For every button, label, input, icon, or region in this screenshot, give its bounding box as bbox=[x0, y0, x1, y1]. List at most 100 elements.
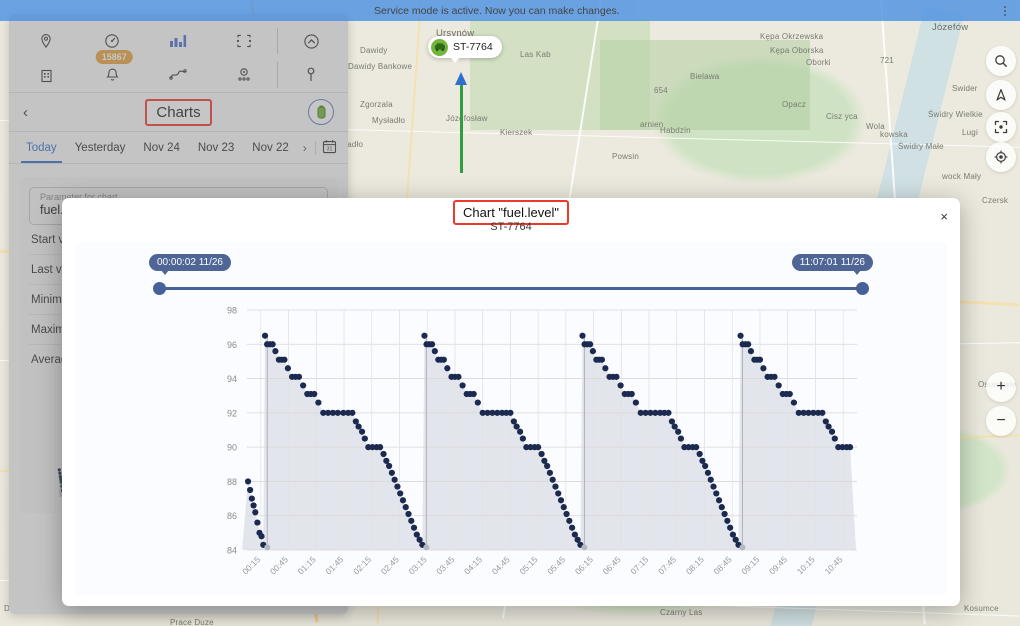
svg-text:09:15: 09:15 bbox=[739, 554, 761, 576]
tab-today[interactable]: Today bbox=[17, 132, 66, 163]
map-track-line bbox=[460, 85, 463, 173]
tab-nov-24[interactable]: Nov 24 bbox=[134, 132, 188, 163]
map-zoom-in-icon[interactable]: + bbox=[986, 372, 1016, 402]
map-place-label: Zgorzala bbox=[360, 100, 393, 109]
map-place-label: wock Mały bbox=[942, 172, 982, 181]
geofence-icon[interactable] bbox=[211, 58, 277, 92]
map-zoom-out-icon[interactable]: − bbox=[986, 406, 1016, 436]
svg-text:08:45: 08:45 bbox=[712, 554, 734, 576]
map-place-label: Kierszek bbox=[500, 128, 533, 137]
svg-text:94: 94 bbox=[227, 374, 237, 384]
svg-text:03:45: 03:45 bbox=[434, 554, 456, 576]
map-place-label: Opacz bbox=[782, 100, 807, 109]
svg-text:09:45: 09:45 bbox=[767, 554, 789, 576]
svg-text:07:45: 07:45 bbox=[656, 554, 678, 576]
map-place-label: Lugi bbox=[962, 128, 978, 137]
tab-yesterday[interactable]: Yesterday bbox=[66, 132, 135, 163]
map-place-label: Dawidy bbox=[360, 46, 388, 55]
map-place-label: Józefów bbox=[932, 22, 969, 33]
map-fit-bounds-icon[interactable] bbox=[986, 112, 1016, 142]
slider-track[interactable] bbox=[155, 287, 867, 290]
svg-text:00:45: 00:45 bbox=[268, 554, 290, 576]
tabs-divider bbox=[314, 140, 316, 155]
chevron-up-circle-icon[interactable] bbox=[278, 24, 344, 58]
vehicle-avatar-button[interactable] bbox=[308, 99, 334, 125]
vehicle-name-label: ST-7764 bbox=[453, 41, 493, 53]
map-compass-icon[interactable] bbox=[986, 80, 1016, 110]
close-icon[interactable]: × bbox=[940, 210, 948, 223]
map-place-label: Oborki bbox=[806, 58, 831, 67]
svg-text:86: 86 bbox=[227, 511, 237, 521]
calendar-icon[interactable]: 31 bbox=[319, 139, 340, 157]
slider-handle-right[interactable] bbox=[856, 282, 869, 295]
map-place-label: 721 bbox=[880, 56, 894, 65]
map-greenspace bbox=[470, 20, 650, 130]
svg-text:01:45: 01:45 bbox=[323, 554, 345, 576]
pin-icon[interactable] bbox=[278, 58, 344, 92]
map-heading-arrow bbox=[455, 72, 467, 85]
svg-text:07:15: 07:15 bbox=[628, 554, 650, 576]
chart-modal-title-group: Chart "fuel.level" ST-7764 bbox=[453, 200, 569, 233]
svg-text:08:15: 08:15 bbox=[684, 554, 706, 576]
svg-text:04:15: 04:15 bbox=[462, 554, 484, 576]
notification-badge: 15867 bbox=[95, 50, 133, 64]
map-place-label: Cisz yca bbox=[826, 112, 858, 121]
location-pin-icon[interactable] bbox=[13, 24, 79, 58]
svg-text:05:45: 05:45 bbox=[545, 554, 567, 576]
svg-text:05:15: 05:15 bbox=[517, 554, 539, 576]
svg-text:96: 96 bbox=[227, 340, 237, 350]
tabs-next-button[interactable]: › bbox=[298, 141, 312, 155]
svg-text:02:15: 02:15 bbox=[351, 554, 373, 576]
svg-text:01:15: 01:15 bbox=[296, 554, 318, 576]
app-root: Ursynów Dawidy Kępa Okrzewska Józefów Dawidy… bbox=[0, 0, 1020, 626]
map-place-label: Las Kab bbox=[520, 50, 551, 59]
tab-nov-22[interactable]: Nov 22 bbox=[243, 132, 297, 163]
svg-text:88: 88 bbox=[227, 477, 237, 487]
car-icon bbox=[431, 38, 448, 56]
map-place-label: Bielawa bbox=[690, 72, 720, 81]
map-place-label: Habdzin bbox=[660, 126, 691, 135]
route-icon[interactable] bbox=[145, 58, 211, 92]
map-vehicle-marker[interactable]: ST-7764 bbox=[428, 36, 502, 63]
chart-modal-body: 00:00:02 11/26 11:07:01 11/26 84 86 88 90 92… bbox=[75, 242, 947, 595]
map-locate-icon[interactable] bbox=[986, 142, 1016, 172]
map-place-label: Mysładło bbox=[372, 116, 406, 125]
building-icon[interactable] bbox=[13, 58, 79, 92]
panel-toolbar-row-1 bbox=[9, 24, 348, 58]
time-range-slider[interactable]: 00:00:02 11/26 11:07:01 11/26 bbox=[149, 254, 873, 296]
service-mode-banner: Service mode is active. Now you can make… bbox=[0, 0, 1020, 21]
map-place-label: Kępa Okrzewska bbox=[760, 32, 824, 41]
slider-label-left: 00:00:02 11/26 bbox=[149, 254, 231, 275]
svg-text:90: 90 bbox=[227, 443, 237, 453]
fuel-level-chart[interactable]: 84 86 88 90 92 94 96 98 00:15 00:45 01:15 01:45 02:1… bbox=[75, 302, 947, 595]
map-place-label: Świdry Wielkie bbox=[928, 110, 983, 119]
panel-toolbar-row-2: 15867 bbox=[9, 50, 348, 92]
map-place-label: Kępa Oborska bbox=[770, 46, 824, 55]
service-mode-text: Service mode is active. Now you can make… bbox=[374, 4, 620, 17]
bar-chart-icon[interactable] bbox=[145, 24, 211, 58]
svg-text:10:15: 10:15 bbox=[795, 554, 817, 576]
map-place-label: 654 bbox=[654, 86, 668, 95]
svg-text:98: 98 bbox=[227, 306, 237, 316]
map-place-label: kowska bbox=[880, 130, 908, 139]
chart-modal-subtitle: ST-7764 bbox=[490, 221, 532, 233]
map-place-label: Dawidy Bankowe bbox=[348, 62, 413, 71]
page-title: Charts bbox=[9, 98, 348, 126]
expand-frame-icon[interactable] bbox=[211, 24, 277, 58]
map-zoom-out-label: − bbox=[996, 412, 1006, 429]
svg-text:84: 84 bbox=[227, 546, 237, 556]
svg-text:06:45: 06:45 bbox=[601, 554, 623, 576]
map-place-label: Świdry Małe bbox=[898, 142, 944, 151]
banner-menu-icon[interactable] bbox=[1004, 4, 1006, 18]
map-place-label: Prace Duze bbox=[170, 618, 214, 626]
map-search-icon[interactable] bbox=[986, 46, 1016, 76]
slider-handle-left[interactable] bbox=[153, 282, 166, 295]
bell-icon[interactable]: 15867 bbox=[79, 50, 145, 92]
chart-modal-header: Chart "fuel.level" ST-7764 × bbox=[62, 198, 960, 239]
svg-text:31: 31 bbox=[326, 146, 332, 152]
svg-text:10:45: 10:45 bbox=[822, 554, 844, 576]
map-place-label: Powsin bbox=[612, 152, 639, 161]
date-tabs: Today Yesterday Nov 24 Nov 23 Nov 22 › 3… bbox=[9, 132, 348, 164]
map-place-label: Swider bbox=[952, 84, 978, 93]
tab-nov-23[interactable]: Nov 23 bbox=[189, 132, 243, 163]
